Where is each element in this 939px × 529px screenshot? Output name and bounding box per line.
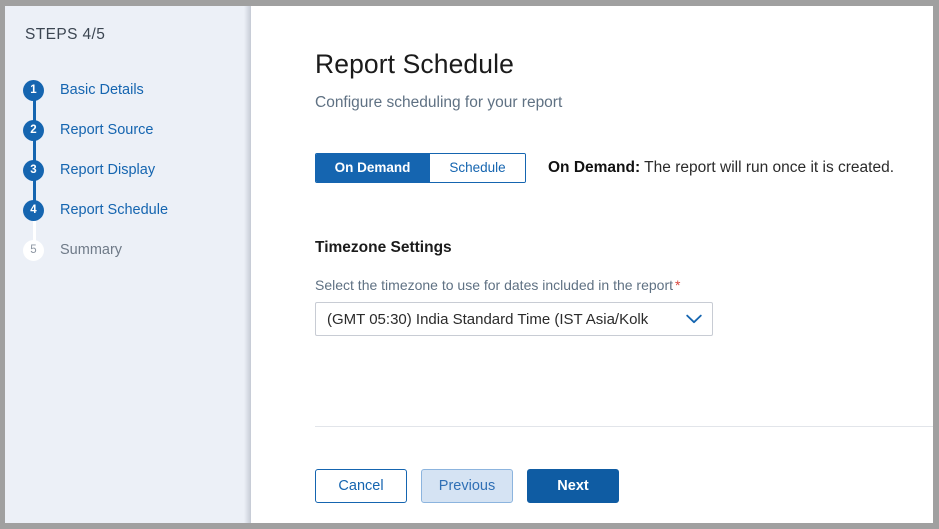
schedule-mode-toggle-group: On Demand Schedule xyxy=(315,153,526,183)
toggle-schedule[interactable]: Schedule xyxy=(429,154,525,182)
schedule-mode-description: On Demand: The report will run once it i… xyxy=(548,159,894,177)
timezone-select-wrapper: (GMT 05:30) India Standard Time (IST Asi… xyxy=(315,302,713,336)
step-number-badge: 3 xyxy=(23,160,44,181)
cancel-button[interactable]: Cancel xyxy=(315,469,407,503)
step-label: Report Schedule xyxy=(60,202,168,218)
schedule-mode-description-text: The report will run once it is created. xyxy=(640,159,894,176)
step-number-badge: 2 xyxy=(23,120,44,141)
toggle-on-demand[interactable]: On Demand xyxy=(316,154,429,182)
wizard-sidebar: STEPS 4/5 1 Basic Details 2 Report Sourc… xyxy=(5,6,251,523)
required-asterisk: * xyxy=(675,277,680,293)
chevron-down-icon xyxy=(686,314,702,324)
sidebar-step-report-source[interactable]: 2 Report Source xyxy=(23,110,251,150)
previous-button[interactable]: Previous xyxy=(421,469,513,503)
schedule-mode-description-label: On Demand: xyxy=(548,159,640,176)
step-number-badge: 4 xyxy=(23,200,44,221)
step-number-badge: 5 xyxy=(23,240,44,261)
main-content: Report Schedule Configure scheduling for… xyxy=(251,6,933,523)
sidebar-step-summary[interactable]: 5 Summary xyxy=(23,230,251,270)
footer-divider xyxy=(315,426,933,427)
window-content: STEPS 4/5 1 Basic Details 2 Report Sourc… xyxy=(5,6,933,523)
page-title: Report Schedule xyxy=(315,49,514,80)
sidebar-step-basic-details[interactable]: 1 Basic Details xyxy=(23,70,251,110)
page-subtitle: Configure scheduling for your report xyxy=(315,94,562,112)
step-label: Basic Details xyxy=(60,82,144,98)
timezone-field-label: Select the timezone to use for dates inc… xyxy=(315,277,680,293)
step-label: Report Display xyxy=(60,162,155,178)
step-label: Summary xyxy=(60,242,122,258)
app-window: STEPS 4/5 1 Basic Details 2 Report Sourc… xyxy=(0,0,939,529)
schedule-mode-row: On Demand Schedule On Demand: The report… xyxy=(315,153,894,183)
next-button[interactable]: Next xyxy=(527,469,619,503)
steps-heading: STEPS 4/5 xyxy=(25,26,251,44)
wizard-step-list: 1 Basic Details 2 Report Source 3 Report… xyxy=(23,70,251,270)
timezone-field-label-text: Select the timezone to use for dates inc… xyxy=(315,277,673,293)
timezone-select[interactable]: (GMT 05:30) India Standard Time (IST Asi… xyxy=(315,302,713,336)
step-number-badge: 1 xyxy=(23,80,44,101)
timezone-select-value: (GMT 05:30) India Standard Time (IST Asi… xyxy=(327,311,682,328)
timezone-section-heading: Timezone Settings xyxy=(315,239,452,257)
wizard-footer-buttons: Cancel Previous Next xyxy=(315,469,619,503)
sidebar-step-report-schedule[interactable]: 4 Report Schedule xyxy=(23,190,251,230)
step-label: Report Source xyxy=(60,122,154,138)
sidebar-step-report-display[interactable]: 3 Report Display xyxy=(23,150,251,190)
